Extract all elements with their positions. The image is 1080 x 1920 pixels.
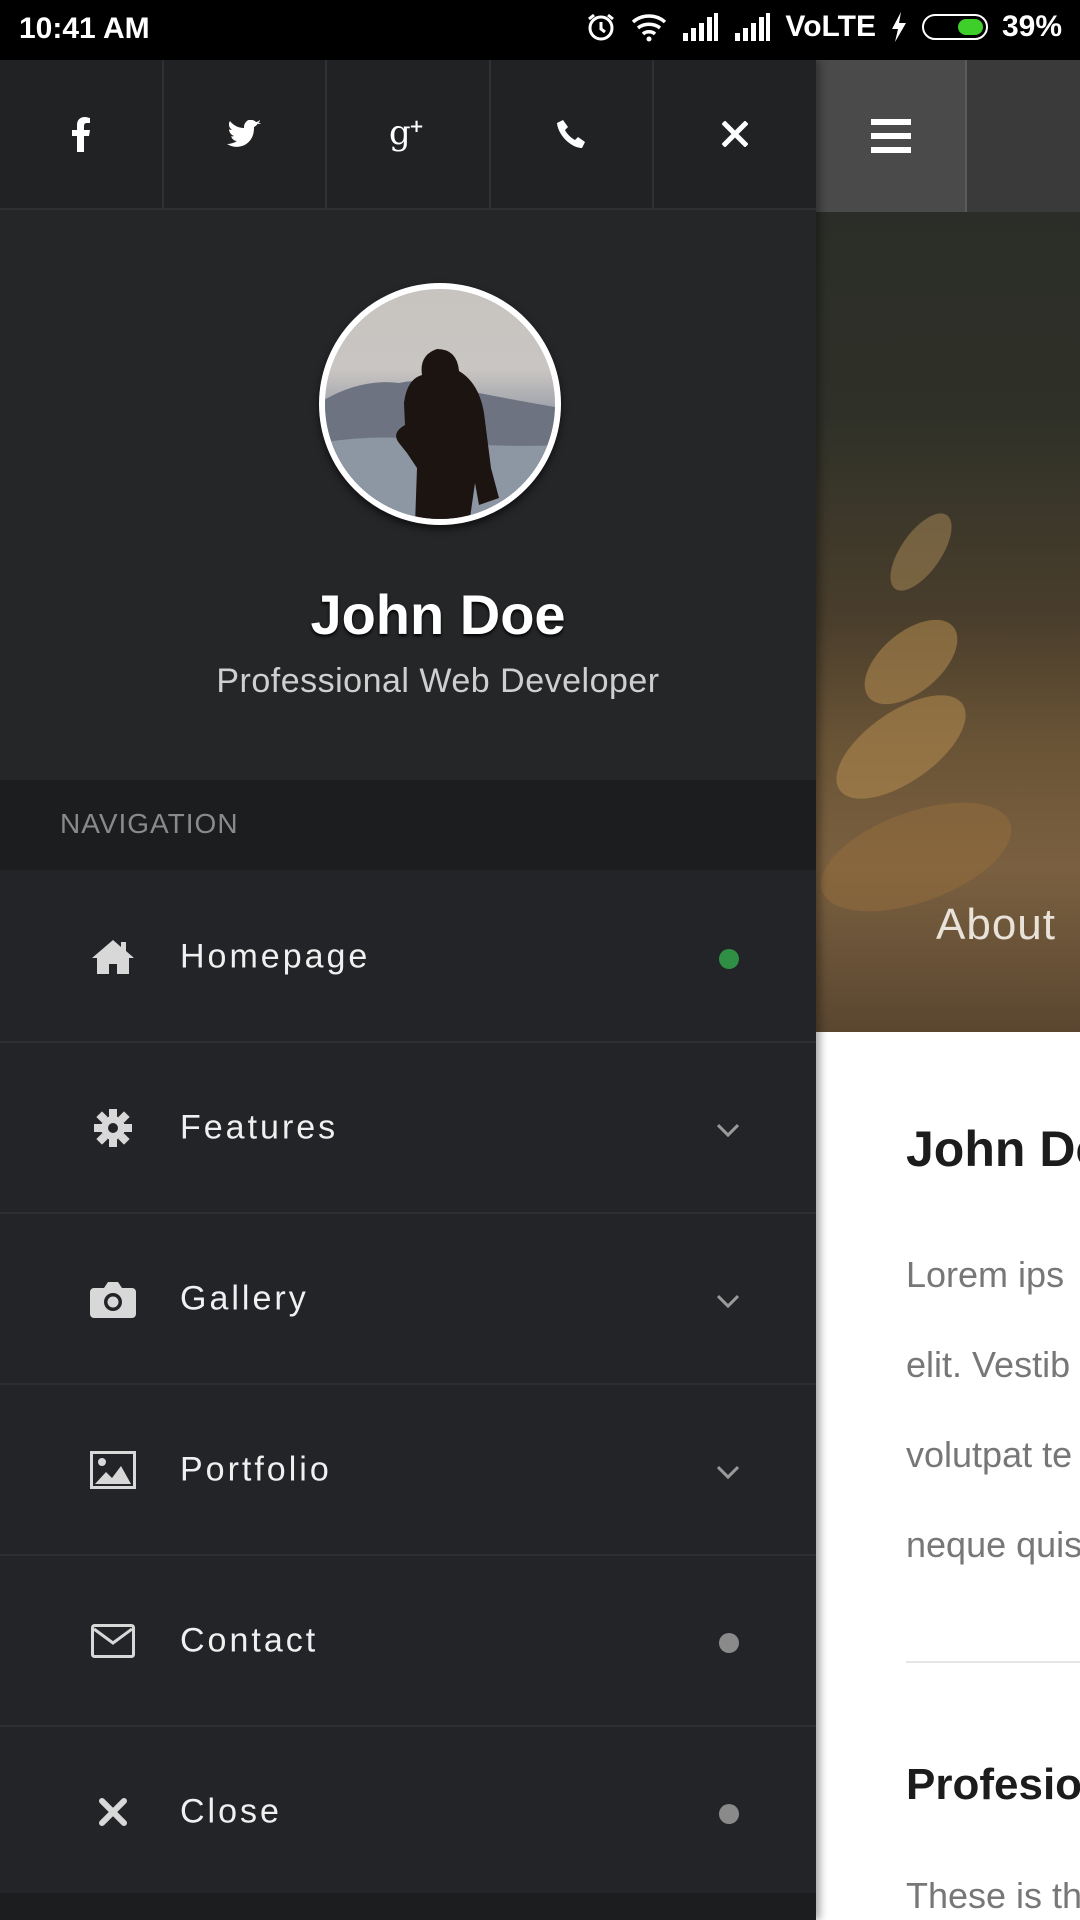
signal-icon-2 <box>733 13 771 41</box>
nav-item-label: Gallery <box>180 1279 309 1317</box>
envelope-icon <box>88 1618 138 1664</box>
network-type: VoLTE <box>785 10 876 43</box>
svg-text:+: + <box>409 116 424 137</box>
nav-list: Homepage Features Gallery Portfolio Cont… <box>0 872 816 1898</box>
nav-item-label: Close <box>180 1792 282 1830</box>
close-icon <box>722 121 749 147</box>
chevron-down-icon <box>716 1123 740 1137</box>
paragraph-line: neque quis <box>906 1524 1080 1565</box>
charging-icon <box>890 12 908 42</box>
content-paragraph: Lorem ips elit. Vestib volutpat te neque… <box>906 1230 1080 1590</box>
chevron-down-icon <box>716 1294 740 1308</box>
chevron-down-icon <box>716 1465 740 1479</box>
nav-item-features[interactable]: Features <box>0 1043 816 1214</box>
close-icon <box>88 1789 138 1835</box>
nav-item-label: Homepage <box>180 937 371 975</box>
facebook-icon <box>71 117 90 152</box>
page-content: About John Do Lorem ips elit. Vestib vol… <box>816 60 1080 1920</box>
battery-percent: 39% <box>1001 10 1062 43</box>
image-icon <box>88 1447 138 1493</box>
content-subheading: Profesion <box>906 1760 1080 1809</box>
nav-item-label: Features <box>180 1108 339 1146</box>
drawer-footer <box>0 1893 816 1920</box>
profile-card: John Doe Professional Web Developer <box>0 210 816 780</box>
divider <box>906 1661 1080 1663</box>
profile-role: Professional Web Developer <box>216 662 660 700</box>
nav-item-label: Contact <box>180 1621 319 1659</box>
nav-section-header: NAVIGATION <box>0 780 816 870</box>
nav-item-homepage[interactable]: Homepage <box>0 872 816 1043</box>
camera-icon <box>88 1276 138 1322</box>
wifi-icon <box>631 12 667 42</box>
hamburger-icon <box>870 119 911 153</box>
active-indicator <box>719 948 739 969</box>
battery-icon <box>921 14 988 40</box>
hero-label: About <box>936 900 1056 949</box>
phone-icon <box>556 120 585 148</box>
nav-header-label: NAVIGATION <box>60 808 239 839</box>
facebook-button[interactable] <box>0 60 164 208</box>
item-indicator <box>719 1632 739 1653</box>
page-header <box>816 60 1080 212</box>
content-paragraph-2: These is th <box>906 1875 1080 1916</box>
nav-drawer: g + John Doe Professional Web Developer N… <box>0 60 816 1920</box>
svg-text:g: g <box>389 116 411 152</box>
close-drawer-button[interactable] <box>654 60 816 208</box>
phone-button[interactable] <box>491 60 655 208</box>
twitter-button[interactable] <box>164 60 328 208</box>
nav-item-portfolio[interactable]: Portfolio <box>0 1385 816 1556</box>
signal-icon <box>681 13 719 41</box>
google-plus-icon: g+ <box>389 116 424 152</box>
social-bar: g + <box>0 60 816 210</box>
alarm-icon <box>585 11 617 43</box>
gear-icon <box>88 1105 138 1151</box>
nav-item-label: Portfolio <box>180 1450 332 1488</box>
paragraph-line: Lorem ips <box>906 1254 1065 1295</box>
menu-button[interactable] <box>816 60 967 212</box>
avatar <box>319 283 561 525</box>
home-icon <box>88 934 138 980</box>
paragraph-line: volutpat te <box>906 1434 1073 1475</box>
nav-item-contact[interactable]: Contact <box>0 1556 816 1727</box>
profile-name: John Doe <box>310 583 566 646</box>
item-indicator <box>719 1803 739 1824</box>
google-plus-button[interactable]: g + <box>327 60 491 208</box>
nav-item-close[interactable]: Close <box>0 1727 816 1898</box>
nav-item-gallery[interactable]: Gallery <box>0 1214 816 1385</box>
paragraph-line: elit. Vestib <box>906 1344 1071 1385</box>
status-bar: 10:41 AM VoLTE 39% <box>0 0 1080 60</box>
content-heading: John Do <box>906 1121 1080 1177</box>
status-time: 10:41 AM <box>19 12 150 45</box>
twitter-icon <box>227 120 262 147</box>
